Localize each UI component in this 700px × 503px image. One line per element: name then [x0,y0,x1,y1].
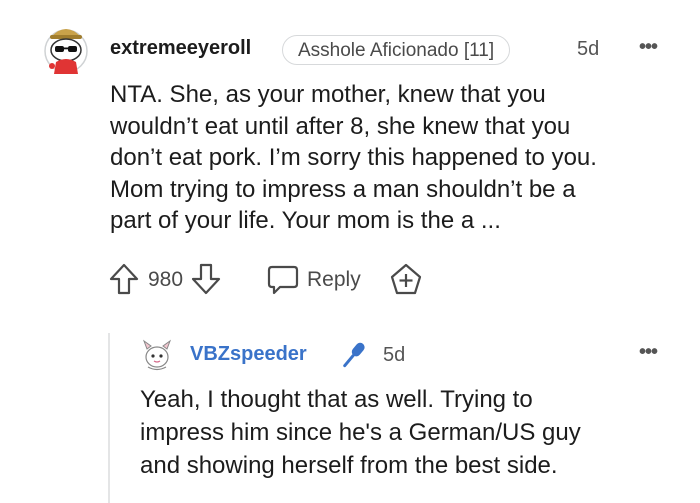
vote-score: 980 [148,268,184,291]
comment-body-line: wouldn’t eat until after 8, she knew tha… [110,112,571,140]
comment-body-line: NTA. She, as your mother, knew that you [110,81,546,108]
comment-action-bar: 980 Reply [108,262,508,298]
reply-body: Yeah, I thought that as well. Trying to … [140,383,660,482]
reply-icon[interactable] [266,262,300,296]
user-flair: Asshole Aficionado [11] [282,35,511,65]
award-icon[interactable] [389,262,423,296]
comment-body: NTA. She, as your mother, knew that you … [110,79,670,237]
reply-user-avatar[interactable] [138,336,176,374]
comment-thread: extremeeyeroll Asshole Aficionado [11] 5… [0,0,700,503]
comment-body-line: don’t eat pork. I’m sorry this happened … [110,144,597,171]
reply-age: 5d [383,344,406,366]
reply-body-line: impress him since he's a German/US guy [140,419,581,446]
reply-body-line: Yeah, I thought that as well. Trying to [140,386,533,413]
downvote-icon[interactable] [190,262,222,296]
microphone-icon [343,342,365,368]
username[interactable]: extremeeyeroll [110,37,251,60]
comment-body-line: Mom trying to impress a man shouldn’t be… [110,175,576,203]
comment-age: 5d [577,38,600,60]
user-avatar[interactable] [38,18,94,80]
more-options-icon[interactable]: ••• [639,36,658,59]
more-options-icon[interactable]: ••• [639,341,658,364]
reply-button[interactable]: Reply [307,268,361,292]
comment-body-line: part of your life. Your mom is the a ... [110,207,501,234]
upvote-icon[interactable] [108,262,140,296]
thread-line[interactable] [108,333,110,503]
reply-body-line: and showing herself from the best side. [140,452,558,479]
reply-username[interactable]: VBZspeeder [190,343,307,366]
